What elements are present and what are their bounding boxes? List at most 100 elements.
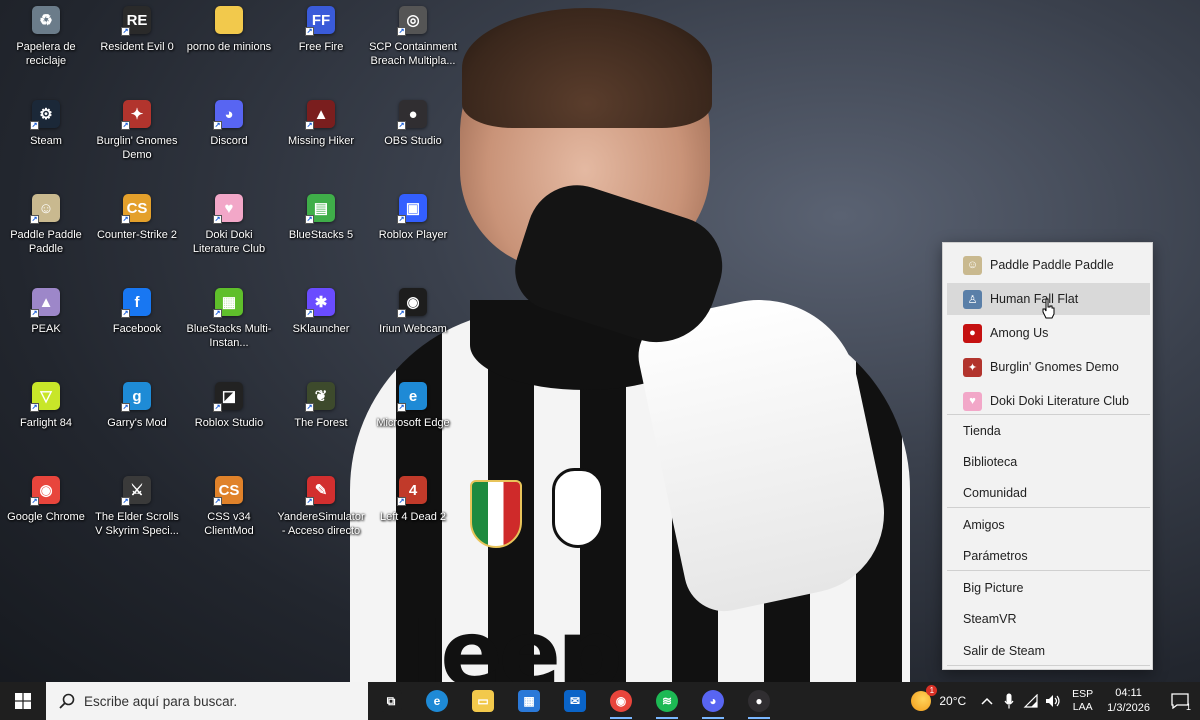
paddle-icon: ☺ [963,255,982,275]
weather-widget[interactable]: 20°C [911,685,966,711]
folder-icon [215,6,243,34]
shortcut-arrow-icon: ↗ [397,403,406,412]
taskbar-app-button[interactable]: e [414,682,460,720]
steam-menu-item[interactable]: SteamVR [947,604,1150,634]
steam-menu-item[interactable]: Amigos [947,510,1150,540]
shortcut-arrow-icon: ↗ [213,215,222,224]
steam-menu-item[interactable]: Big Picture [947,573,1150,603]
desktop-icon[interactable]: ◕ ↗ Discord [183,100,275,148]
desktop-icon-label: Counter-Strike 2 [96,229,178,241]
desktop-icon[interactable]: ✎ ↗ YandereSimulator - Acceso directo [275,476,367,538]
edge-icon: e [426,690,448,712]
steam-menu-game-label: Doki Doki Literature Club [990,394,1129,408]
taskbar-app-button[interactable]: ◕ [690,682,736,720]
desktop-icon[interactable]: e ↗ Microsoft Edge [367,382,459,430]
taskbar-app-button[interactable]: ● [736,682,782,720]
steam-menu-game-label: Human Fall Flat [990,292,1079,306]
desktop-icon[interactable]: ▤ ↗ BlueStacks 5 [275,194,367,242]
desktop-icon[interactable]: ✱ ↗ SKlauncher [275,288,367,336]
steam-menu-game-item[interactable]: ✦ Burglin' Gnomes Demo [947,351,1150,383]
clock-time: 04:11 [1115,687,1142,699]
sklauncher-icon: ✱ ↗ [305,288,335,318]
steam-menu-game-label: Paddle Paddle Paddle [990,258,1114,272]
desktop-icon[interactable]: ♥ ↗ Doki Doki Literature Club [183,194,275,256]
desktop-icon[interactable]: ● ↗ OBS Studio [367,100,459,148]
desktop-icon-label: Paddle Paddle Paddle [10,229,82,255]
steam-menu-game-item[interactable]: ♥ Doki Doki Literature Club [947,385,1150,417]
desktop-icon[interactable]: ⚔ ↗ The Elder Scrolls V Skyrim Speci... [91,476,183,538]
desktop-icon[interactable]: CS ↗ Counter-Strike 2 [91,194,183,242]
wallpaper-hair [462,8,712,128]
chevron-up-icon[interactable] [976,682,998,720]
scp-icon: ◎ ↗ [397,6,427,36]
shortcut-arrow-icon: ↗ [30,215,39,224]
taskbar-search-box[interactable]: Escribe aquí para buscar. [46,682,368,720]
steam-menu-item[interactable]: Biblioteca [947,447,1150,477]
desktop-icon[interactable]: ▽ ↗ Farlight 84 [0,382,92,430]
start-button[interactable] [0,682,46,720]
desktop-icon-label: OBS Studio [384,135,442,147]
shortcut-arrow-icon: ↗ [30,497,39,506]
desktop-icon[interactable]: porno de minions [183,6,275,54]
ddlc-icon: ♥ ↗ [213,194,243,224]
outlook-icon: ✉ [564,690,586,712]
desktop-icon[interactable]: ▲ ↗ PEAK [0,288,92,336]
language-indicator[interactable]: ESP LAA [1072,688,1093,714]
desktop-icon-label: Farlight 84 [20,417,72,429]
obs-icon: ● ↗ [397,100,427,130]
taskbar-app-button[interactable]: ⧉ [368,682,414,720]
chrome-icon: ◉ ↗ [30,476,60,506]
clock[interactable]: 04:11 1/3/2026 [1107,686,1150,716]
desktop-icon-label: The Forest [294,417,348,429]
desktop-icon[interactable]: f ↗ Facebook [91,288,183,336]
desktop-icon-label: YandereSimulator - Acceso directo [277,511,365,537]
desktop-icon[interactable]: g ↗ Garry's Mod [91,382,183,430]
microphone-icon[interactable] [998,682,1020,720]
shortcut-arrow-icon: ↗ [305,403,314,412]
desktop-icon[interactable]: ◉ ↗ Google Chrome [0,476,92,524]
shortcut-arrow-icon: ↗ [305,309,314,318]
desktop-icon-label: Doki Doki Literature Club [192,229,266,255]
shortcut-arrow-icon: ↗ [305,27,314,36]
desktop-icon[interactable]: CS ↗ CSS v34 ClientMod [183,476,275,538]
desktop-icon-label: porno de minions [186,41,272,53]
taskbar-pinned-apps: ⧉ e ▭ ▦ ✉ ◉ ≋ ◕ ● [368,682,782,720]
steam-menu-game-item[interactable]: ☺ Paddle Paddle Paddle [947,249,1150,281]
steam-menu-item[interactable]: Comunidad [947,478,1150,508]
notification-center-button[interactable]: 1 [1160,682,1200,720]
wifi-icon[interactable] [1020,682,1042,720]
taskbar-app-button[interactable]: ▦ [506,682,552,720]
desktop-icon[interactable]: ☺ ↗ Paddle Paddle Paddle [0,194,92,256]
desktop-icon-label: Garry's Mod [107,417,167,429]
desktop-icon[interactable]: ❦ ↗ The Forest [275,382,367,430]
desktop-icon[interactable]: FF ↗ Free Fire [275,6,367,54]
yandere-icon: ✎ ↗ [305,476,335,506]
taskbar-app-button[interactable]: ≋ [644,682,690,720]
steam-menu-item[interactable]: Salir de Steam [947,636,1150,666]
steam-menu-game-item[interactable]: ● Among Us [947,317,1150,349]
desktop-icon[interactable]: ◉ ↗ Iriun Webcam [367,288,459,336]
desktop-icon-label: CSS v34 ClientMod [204,511,254,537]
desktop-icon[interactable]: ◎ ↗ SCP Containment Breach Multipla... [367,6,459,68]
desktop-icon[interactable]: 4 ↗ Left 4 Dead 2 [367,476,459,524]
volume-icon[interactable] [1042,682,1064,720]
desktop-icon[interactable]: ▦ ↗ BlueStacks Multi-Instan... [183,288,275,350]
taskbar-app-button[interactable]: ◉ [598,682,644,720]
desktop-icon[interactable]: ⚙ ↗ Steam [0,100,92,148]
desktop-icon[interactable]: ▲ ↗ Missing Hiker [275,100,367,148]
discord-icon: ◕ [702,690,724,712]
desktop-icon-label: Iriun Webcam [379,323,447,335]
steam-menu-game-label: Burglin' Gnomes Demo [990,360,1119,374]
steam-menu-separator [947,570,1150,571]
desktop-icon[interactable]: ▣ ↗ Roblox Player [367,194,459,242]
hand-cursor-icon [1042,298,1055,319]
shortcut-arrow-icon: ↗ [213,497,222,506]
desktop-icon[interactable]: ♻ Papelera de reciclaje [0,6,92,68]
steam-menu-item[interactable]: Tienda [947,416,1150,446]
desktop-icon[interactable]: ✦ ↗ Burglin' Gnomes Demo [91,100,183,162]
taskbar-app-button[interactable]: ✉ [552,682,598,720]
desktop-icon[interactable]: RE ↗ Resident Evil 0 [91,6,183,54]
steam-menu-item[interactable]: Parámetros [947,541,1150,571]
taskbar-app-button[interactable]: ▭ [460,682,506,720]
desktop-icon[interactable]: ◪ ↗ Roblox Studio [183,382,275,430]
